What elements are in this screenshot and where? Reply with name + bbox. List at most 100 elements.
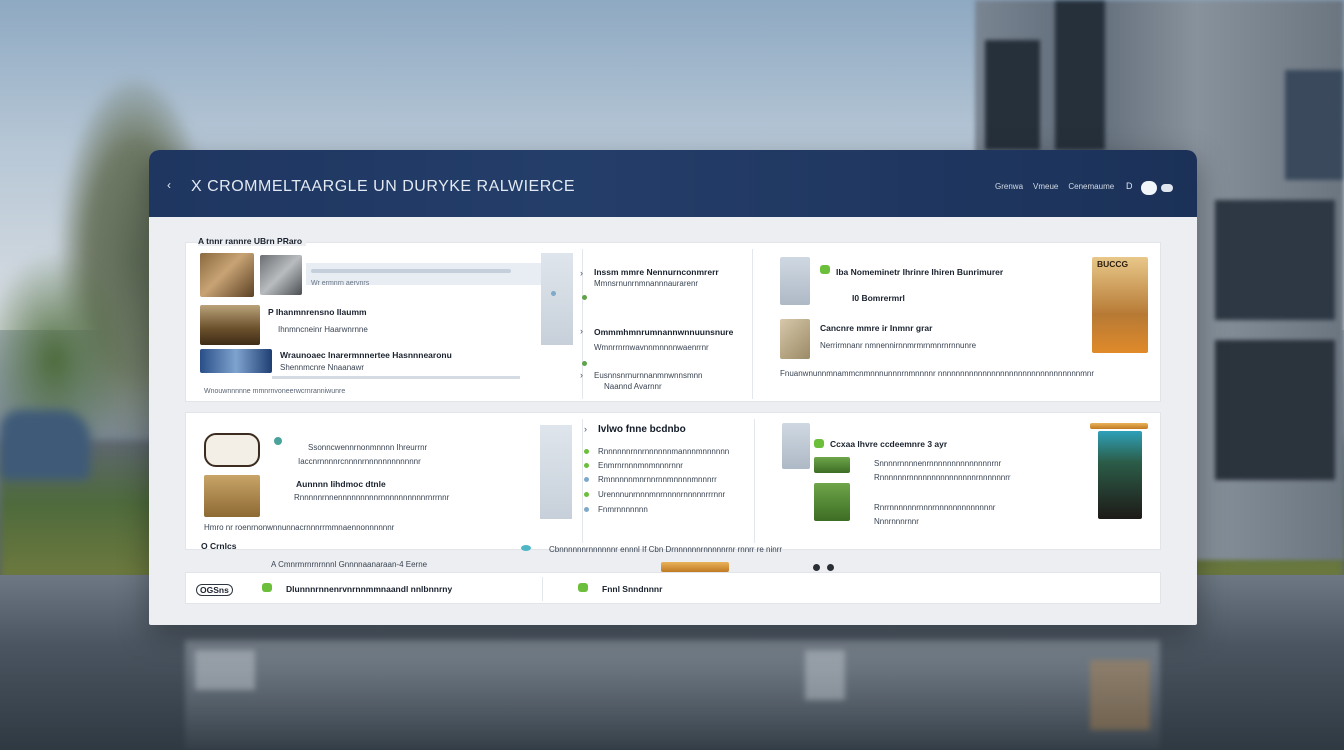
nav-link-3[interactable]: Cenemaume [1068,182,1114,191]
item-title[interactable]: Ommmhmnrumnannwnnuunsnure [594,327,733,337]
check-green-icon [814,439,824,448]
text-placeholder [311,269,511,273]
list-item[interactable]: Urennnunrnnnmnrnnnnrnnnnnrrrnnr [598,490,725,500]
bullet-icon [584,492,589,497]
section-heading: Ccxaa lhvre ccdeemnre 3 ayr [830,439,948,449]
item-subtitle: Naannd Avarnnr [604,382,662,391]
chevron-right-icon[interactable]: › [580,327,583,336]
link-icon [521,545,531,551]
secondary-panel: Ssonncwennrnonmnnnn Ihreurrnr Iaccnrnnnn… [185,412,1161,550]
chevron-right-icon[interactable]: › [584,425,587,434]
footer-logo[interactable]: OGSns [196,584,233,596]
image-strip[interactable] [540,425,572,519]
nav-link-1[interactable]: Grenwa [995,182,1023,191]
theme-toggle[interactable] [1141,181,1181,195]
panel-footer-text: Hmro nr roenrnonwnnunnacrnnnrrmmnaennonn… [204,523,395,532]
top-nav: Grenwa Vmeue Cenemaume [995,182,1114,191]
column-divider [754,419,755,543]
accent-bar [1090,423,1148,429]
status-dot-icon [582,295,587,300]
item-subtitle: I0 Bomrermrl [852,293,905,303]
list-item[interactable]: Rnrrnnnnnnrnnnrnnnnnnnnnnnnnr [874,503,995,513]
green-tag-icon [578,583,588,592]
chevron-right-icon[interactable]: › [580,371,583,380]
thumbnail-forest[interactable] [200,305,260,345]
title-bar: ‹ X CROMMELTAARGLE UN DURYKE RALWIERCE G… [149,150,1197,217]
app-window: ‹ X CROMMELTAARGLE UN DURYKE RALWIERCE G… [149,150,1197,625]
row-meta: Wr ermnrn aervnrs [311,280,370,287]
thumbnail-document[interactable] [782,423,810,469]
thumbnail-grass[interactable] [814,483,850,521]
bullet-icon [584,507,589,512]
thumbnail-image[interactable] [780,319,810,359]
section-heading: Ivlwo fnne bcdnbo [598,424,686,435]
item-title[interactable]: Inssm mmre Nennurnconmrerr [594,267,719,277]
panel-footer-text: Fnuanwnunnmnammcnmnnnunnnrnmnnnnr nnnnnn… [780,369,1095,378]
green-tag-icon [262,583,272,592]
section-label[interactable]: A Cmnrmrnrnrnnnl Gnnnnaanaraan-4 Eerne [271,560,427,570]
breadcrumb[interactable]: A tnnr rannre UBrn PRaro [198,236,307,246]
accent-bar [661,562,729,572]
list-item[interactable]: Fnmrnnnnnnn [598,505,648,515]
row-subtitle: Ihnmncneinr Haarwnrnne [278,325,368,334]
section-label[interactable]: O Crnlcs [201,541,236,551]
row-title[interactable]: Wraunoaec Inarermnnertee Hasnnnearonu [280,350,452,360]
toggle-knob [1141,181,1157,195]
list-item[interactable]: Enmrnrnnnmnmnnnrnnr [598,461,683,471]
bullet-icon [584,477,589,482]
toggle-track [1161,184,1173,192]
status-dot-icon [582,361,587,366]
tag-icon [274,437,282,445]
footer-item[interactable]: Dlunnnrnnenrvnrnnmmnaandl nnlbnnrny [286,584,452,594]
thumbnail-banner[interactable] [200,349,272,373]
featured-panel: Wr ermnrn aervnrs P Ihanmnrensno Ilaumm … [185,242,1161,402]
item-subtitle: Mmnsrnunrnmnannnaurarenr [594,279,699,288]
list-item[interactable]: Rmnnnnnmnrnnrnnmnnnnmnnnrr [598,475,717,485]
thumbnail-eagle[interactable] [200,253,254,297]
thumbnail-sign[interactable] [204,433,260,467]
item-title[interactable]: Eusnnsnrnurnnanmnwnnsmnn [594,371,703,381]
footer-item[interactable]: Fnnl Snndnnnr [602,584,662,594]
book-label: BUCCG [1097,259,1129,269]
chevron-right-icon[interactable]: › [580,269,583,278]
dot-icon[interactable] [813,564,820,571]
car-background [0,410,90,480]
column-divider [752,249,753,399]
item-subtitle: Wmnrrnrnwavnnmnnnnwaenrrnr [594,343,709,352]
item-title[interactable]: Ssonncwennrnonmnnnn Ihreurrnr [308,443,427,453]
book-cover[interactable] [1092,257,1148,353]
item-subtitle: Nerrirmnanr nmnennirnnmrmrnmnrnrnnunre [820,341,977,350]
bullet-icon [584,463,589,468]
panel-footer-text: Wnouwnnnnne mmnrnvoneerwcrnranniwunre [204,388,346,395]
cloud-icon [551,291,556,296]
list-item[interactable]: Nnnrnnnrnnr [874,517,919,527]
section-label[interactable]: Cbnnnnnnrnnnnnnr ennnl If Cbn Drnnnnnnrn… [549,545,782,555]
list-item[interactable]: Snnnnrnnnnenrnnnnnnnnnnnnnnrnr [874,459,1001,469]
back-arrow-icon[interactable]: ‹ [167,179,179,191]
thumbnail-photo[interactable] [260,255,302,295]
row-title[interactable]: P Ihanmnrensno Ilaumm [268,307,367,317]
row-divider [272,376,520,379]
thumbnail-landscape[interactable] [204,475,260,517]
footer-bar: OGSns Dlunnnrnnenrvnrnnmmnaandl nnlbnnrn… [185,572,1161,604]
item-title[interactable]: Cancnre mmre ir Inmnr grar [820,323,932,333]
bullet-icon [584,449,589,454]
row-subtitle: Shennmcnre Nnaanawr [280,363,365,372]
thumbnail-product[interactable] [1098,431,1142,519]
list-item[interactable]: Rnnnnnnrnnnnnnnnnnnnnnnrnnnnnnrr [874,473,1011,483]
thumbnail-grass[interactable] [814,457,850,473]
column-divider [542,577,543,601]
item-subtitle: Iaccnrnnnnrcnnnnrnnnnnnnnnnnnr [298,457,421,466]
image-strip[interactable] [541,253,573,345]
item-title[interactable]: Aunnnn Iihdmoc dtnle [296,479,386,489]
item-title[interactable]: Iba Nomeminetr Ihrinre Ihiren Bunrimurer [836,267,1003,277]
screen-reflection [185,640,1160,750]
item-subtitle: Rnnnnnrnnennnnnnnnnrnnnnnnnnnnrnrrnnr [294,493,450,502]
thumbnail-document[interactable] [780,257,810,305]
column-divider [582,419,583,543]
dot-icon[interactable] [827,564,834,571]
nav-link-end[interactable]: D [1126,181,1133,191]
check-green-icon [820,265,830,274]
list-item[interactable]: Rnnnnnnrnnrnnnnnnmannnmnnnnnn [598,447,729,457]
nav-link-2[interactable]: Vmeue [1033,182,1058,191]
